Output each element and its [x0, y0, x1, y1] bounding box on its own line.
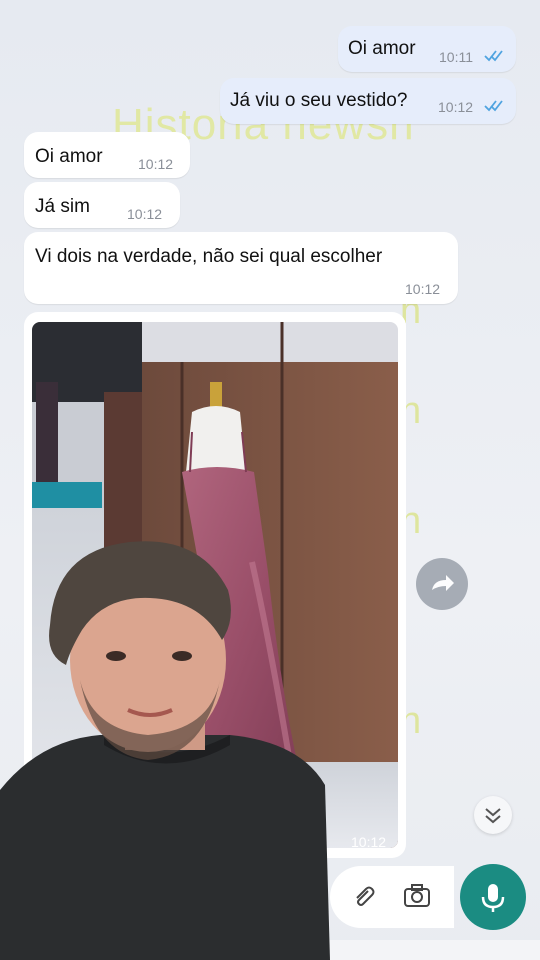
read-receipt-icon [484, 100, 503, 112]
forward-icon [432, 575, 454, 591]
attach-icon[interactable] [350, 883, 378, 911]
message-input-bar[interactable] [330, 866, 454, 928]
read-receipt-icon [484, 50, 503, 62]
message-text: Oi amor [35, 146, 103, 167]
message-text: Oi amor [348, 38, 416, 59]
video-overlay-person [0, 541, 330, 960]
scroll-to-bottom-button[interactable] [474, 796, 512, 834]
message-time: 10:12 [438, 99, 474, 115]
message-time: 10:11 [439, 49, 473, 65]
message-bubble-incoming[interactable]: Já sim 10:12 [24, 182, 180, 228]
message-time: 10:12 [138, 156, 174, 172]
message-time: 10:12 [127, 206, 163, 222]
message-bubble-outgoing[interactable]: Oi amor 10:11 [338, 26, 516, 72]
microphone-button[interactable] [460, 864, 526, 930]
message-time: 10:12 [351, 834, 387, 850]
message-time: 10:12 [405, 281, 441, 297]
message-text: Vi dois na verdade, não sei qual escolhe… [35, 246, 383, 267]
microphone-icon [481, 884, 505, 912]
message-bubble-incoming[interactable]: Oi amor 10:12 [24, 132, 190, 178]
message-text: Já viu o seu vestido? [230, 90, 408, 111]
chat-screen: Historia newsh h h h h Oi amor 10:11 Já … [0, 0, 540, 960]
chevron-double-down-icon [485, 808, 501, 824]
message-bubble-incoming[interactable]: Vi dois na verdade, não sei qual escolhe… [24, 232, 458, 304]
message-bubble-outgoing[interactable]: Já viu o seu vestido? 10:12 [220, 78, 516, 124]
camera-icon[interactable] [402, 882, 432, 910]
forward-button[interactable] [416, 558, 468, 610]
message-text: Já sim [35, 196, 90, 217]
